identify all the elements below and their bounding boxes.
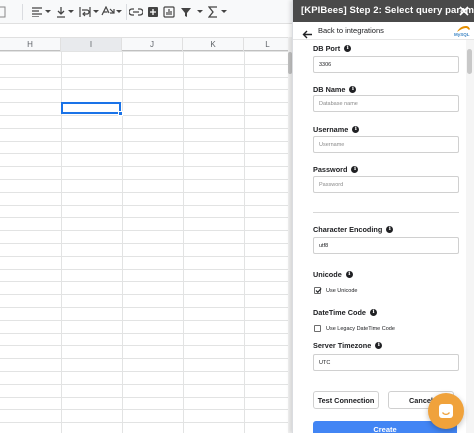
back-to-integrations-link[interactable]: Back to integrations bbox=[318, 26, 384, 35]
filter-icon[interactable] bbox=[180, 3, 192, 21]
column-header-row: H I J K L bbox=[0, 37, 292, 51]
sidebar-nav: Back to integrations MySQL bbox=[293, 22, 474, 40]
unicode-label: Unicode i bbox=[313, 270, 353, 279]
insert-chart-icon[interactable] bbox=[163, 3, 175, 21]
db-name-label-text: DB Name bbox=[313, 85, 346, 94]
info-icon[interactable]: i bbox=[375, 342, 383, 349]
column-header-l[interactable]: L bbox=[244, 38, 292, 51]
chat-launcher-button[interactable] bbox=[428, 393, 464, 429]
selected-cell[interactable] bbox=[61, 102, 121, 114]
align-left-icon[interactable] bbox=[30, 3, 44, 21]
font-size-stepper-edge[interactable] bbox=[0, 3, 9, 21]
db-port-label-text: DB Port bbox=[313, 44, 341, 53]
link-icon[interactable] bbox=[129, 3, 143, 21]
app-root: H I J K L [KPIBees] Step 2: Select query… bbox=[0, 0, 474, 433]
character-encoding-label-text: Character Encoding bbox=[313, 225, 383, 234]
unicode-label-text: Unicode bbox=[313, 270, 342, 279]
toolbar-divider bbox=[22, 4, 23, 20]
test-connection-button[interactable]: Test Connection bbox=[313, 391, 379, 409]
close-icon[interactable] bbox=[458, 4, 470, 16]
text-wrap-icon[interactable] bbox=[78, 3, 92, 21]
column-header-h[interactable]: H bbox=[0, 38, 61, 51]
datetime-code-label-text: DateTime Code bbox=[313, 308, 366, 317]
chevron-down-icon[interactable] bbox=[45, 5, 53, 19]
cell-grid[interactable] bbox=[0, 51, 288, 433]
db-port-label: DB Port i bbox=[313, 44, 352, 53]
chevron-down-icon[interactable] bbox=[93, 5, 101, 19]
info-icon[interactable]: i bbox=[369, 309, 377, 316]
server-timezone-label-text: Server Timezone bbox=[313, 341, 372, 350]
sidebar-title: [KPIBees] Step 2: Select query parameter… bbox=[301, 5, 474, 16]
valign-bottom-icon[interactable] bbox=[55, 3, 67, 21]
password-field[interactable]: Password bbox=[313, 176, 459, 193]
db-port-field[interactable]: 3306 bbox=[313, 56, 459, 73]
chevron-down-icon[interactable] bbox=[197, 5, 205, 19]
chevron-down-icon[interactable] bbox=[68, 5, 76, 19]
password-label: Password i bbox=[313, 165, 359, 174]
chevron-down-icon[interactable] bbox=[221, 5, 229, 19]
toolbar-divider bbox=[126, 4, 127, 20]
server-timezone-field[interactable]: UTC bbox=[313, 354, 459, 371]
column-header-j[interactable]: J bbox=[122, 38, 183, 51]
character-encoding-label: Character Encoding i bbox=[313, 225, 394, 234]
info-icon[interactable]: i bbox=[352, 126, 360, 133]
use-legacy-datetime-checkbox[interactable] bbox=[314, 325, 321, 332]
datetime-code-label: DateTime Code i bbox=[313, 308, 377, 317]
column-gridline bbox=[183, 51, 184, 433]
info-icon[interactable]: i bbox=[386, 226, 394, 233]
info-icon[interactable]: i bbox=[344, 45, 352, 52]
functions-icon[interactable] bbox=[207, 3, 219, 21]
db-name-field[interactable]: Database name bbox=[313, 95, 459, 112]
character-encoding-field[interactable]: utf8 bbox=[313, 237, 459, 254]
column-header-i[interactable]: I bbox=[61, 38, 122, 51]
password-label-text: Password bbox=[313, 165, 348, 174]
insert-comment-icon[interactable] bbox=[147, 3, 159, 21]
info-icon[interactable]: i bbox=[345, 271, 353, 278]
chat-icon bbox=[439, 404, 453, 418]
sheet-toolbar bbox=[0, 0, 292, 24]
db-name-label: DB Name i bbox=[313, 85, 357, 94]
column-gridline bbox=[244, 51, 245, 433]
fill-handle[interactable] bbox=[118, 111, 123, 116]
back-arrow-icon[interactable] bbox=[302, 26, 313, 39]
mysql-logo-text: MySQL bbox=[454, 32, 470, 37]
sidebar-scrollbar-thumb[interactable] bbox=[467, 49, 472, 74]
column-header-k[interactable]: K bbox=[183, 38, 244, 51]
username-label: Username i bbox=[313, 125, 360, 134]
sidebar-scrollbar[interactable] bbox=[466, 40, 474, 433]
text-rotate-icon[interactable] bbox=[101, 3, 115, 21]
kpibees-sidebar: [KPIBees] Step 2: Select query parameter… bbox=[292, 0, 474, 433]
info-icon[interactable]: i bbox=[349, 86, 357, 93]
use-unicode-label[interactable]: Use Unicode bbox=[326, 288, 358, 294]
info-icon[interactable]: i bbox=[351, 166, 359, 173]
section-divider bbox=[313, 212, 459, 213]
sidebar-form: DB Port i 3306 DB Name i Database name U… bbox=[293, 40, 465, 433]
username-label-text: Username bbox=[313, 125, 349, 134]
sidebar-titlebar: [KPIBees] Step 2: Select query parameter… bbox=[293, 0, 474, 22]
chevron-down-icon[interactable] bbox=[116, 5, 124, 19]
spreadsheet-area: H I J K L bbox=[0, 0, 292, 433]
mysql-logo: MySQL bbox=[454, 24, 472, 38]
server-timezone-label: Server Timezone i bbox=[313, 341, 383, 350]
column-gridline bbox=[122, 51, 123, 433]
use-unicode-checkbox[interactable] bbox=[314, 287, 322, 294]
username-field[interactable]: Username bbox=[313, 136, 459, 153]
use-legacy-datetime-label[interactable]: Use Legacy DateTime Code bbox=[326, 326, 395, 332]
